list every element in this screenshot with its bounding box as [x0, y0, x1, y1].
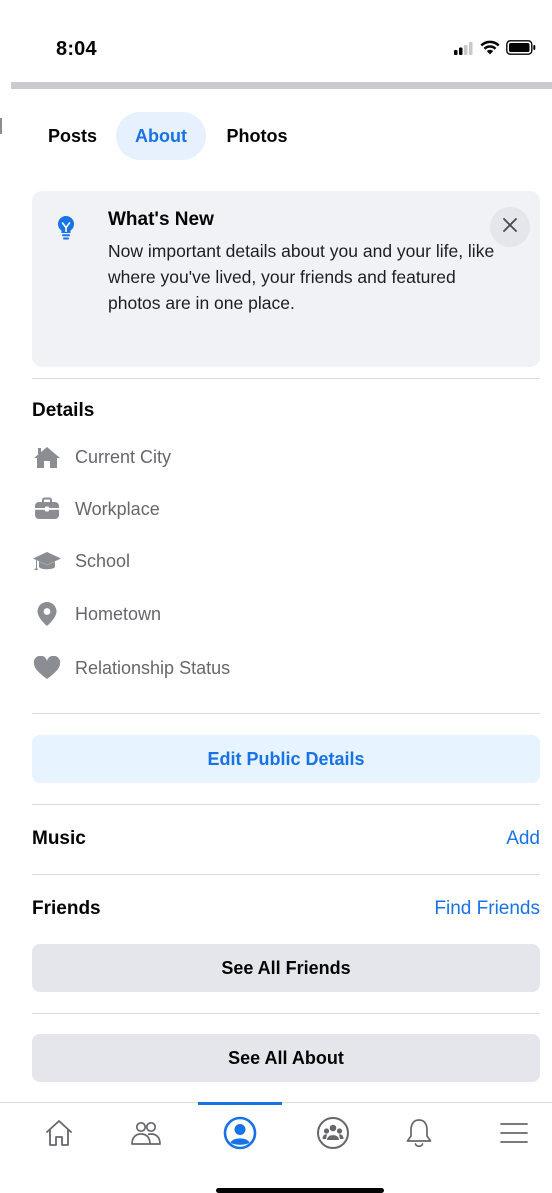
- profile-tabs: Posts About Photos: [32, 112, 308, 160]
- heart-icon: [32, 654, 62, 682]
- battery-icon: [506, 40, 536, 60]
- status-time: 8:04: [56, 38, 97, 60]
- detail-current-city[interactable]: Current City: [32, 443, 171, 471]
- wifi-icon: [480, 40, 500, 60]
- divider: [32, 804, 540, 805]
- whats-new-card: What's New Now important details about y…: [32, 191, 540, 367]
- detail-label: Workplace: [75, 498, 160, 519]
- tab-photos[interactable]: Photos: [206, 112, 308, 160]
- nav-notifications[interactable]: [397, 1115, 441, 1155]
- groups-icon: [316, 1116, 350, 1155]
- divider: [32, 874, 540, 875]
- music-title: Music: [32, 828, 86, 849]
- whats-new-title: What's New: [108, 209, 214, 230]
- bottom-nav: [0, 1102, 552, 1168]
- tab-about[interactable]: About: [116, 112, 206, 160]
- find-friends-link[interactable]: Find Friends: [434, 898, 540, 920]
- detail-label: Current City: [75, 446, 172, 467]
- detail-relationship-status[interactable]: Relationship Status: [32, 654, 230, 682]
- close-button[interactable]: [490, 207, 530, 247]
- edit-public-details-button[interactable]: Edit Public Details: [32, 735, 540, 783]
- tab-posts[interactable]: Posts: [32, 112, 116, 160]
- nav-groups[interactable]: [311, 1115, 355, 1155]
- details-title: Details: [32, 400, 95, 421]
- home-icon: [44, 1118, 74, 1153]
- detail-school[interactable]: School: [32, 547, 130, 575]
- edge-mark: [0, 118, 2, 134]
- see-all-friends-button[interactable]: See All Friends: [32, 944, 540, 992]
- location-pin-icon: [32, 600, 62, 628]
- lightbulb-icon: [56, 215, 76, 246]
- whats-new-body: Now important details about you and your…: [108, 241, 495, 313]
- detail-workplace[interactable]: Workplace: [32, 495, 160, 523]
- nav-friends[interactable]: [124, 1115, 168, 1155]
- nav-menu[interactable]: [492, 1115, 536, 1155]
- status-bar: 8:04: [0, 0, 552, 82]
- active-tab-indicator: [198, 1102, 282, 1105]
- home-indicator[interactable]: [216, 1188, 384, 1193]
- profile-icon: [223, 1116, 257, 1155]
- briefcase-icon: [32, 495, 62, 523]
- notifications-icon: [404, 1117, 434, 1154]
- signal-icon: [454, 41, 474, 60]
- close-icon: [502, 217, 518, 238]
- divider: [32, 713, 540, 714]
- home-icon: [32, 443, 62, 471]
- divider: [32, 1013, 540, 1014]
- see-all-about-button[interactable]: See All About: [32, 1034, 540, 1082]
- graduation-cap-icon: [32, 547, 62, 575]
- detail-label: School: [75, 550, 131, 571]
- divider: [32, 378, 540, 379]
- add-music-link[interactable]: Add: [506, 828, 540, 850]
- menu-icon: [499, 1120, 529, 1151]
- detail-hometown[interactable]: Hometown: [32, 600, 161, 628]
- top-divider: [11, 82, 552, 89]
- nav-profile[interactable]: [218, 1115, 262, 1155]
- nav-home[interactable]: [37, 1115, 81, 1155]
- friends-title: Friends: [32, 898, 101, 919]
- friends-icon: [129, 1118, 163, 1153]
- detail-label: Relationship Status: [75, 657, 231, 678]
- detail-label: Hometown: [75, 603, 162, 624]
- status-icons: [454, 40, 536, 60]
